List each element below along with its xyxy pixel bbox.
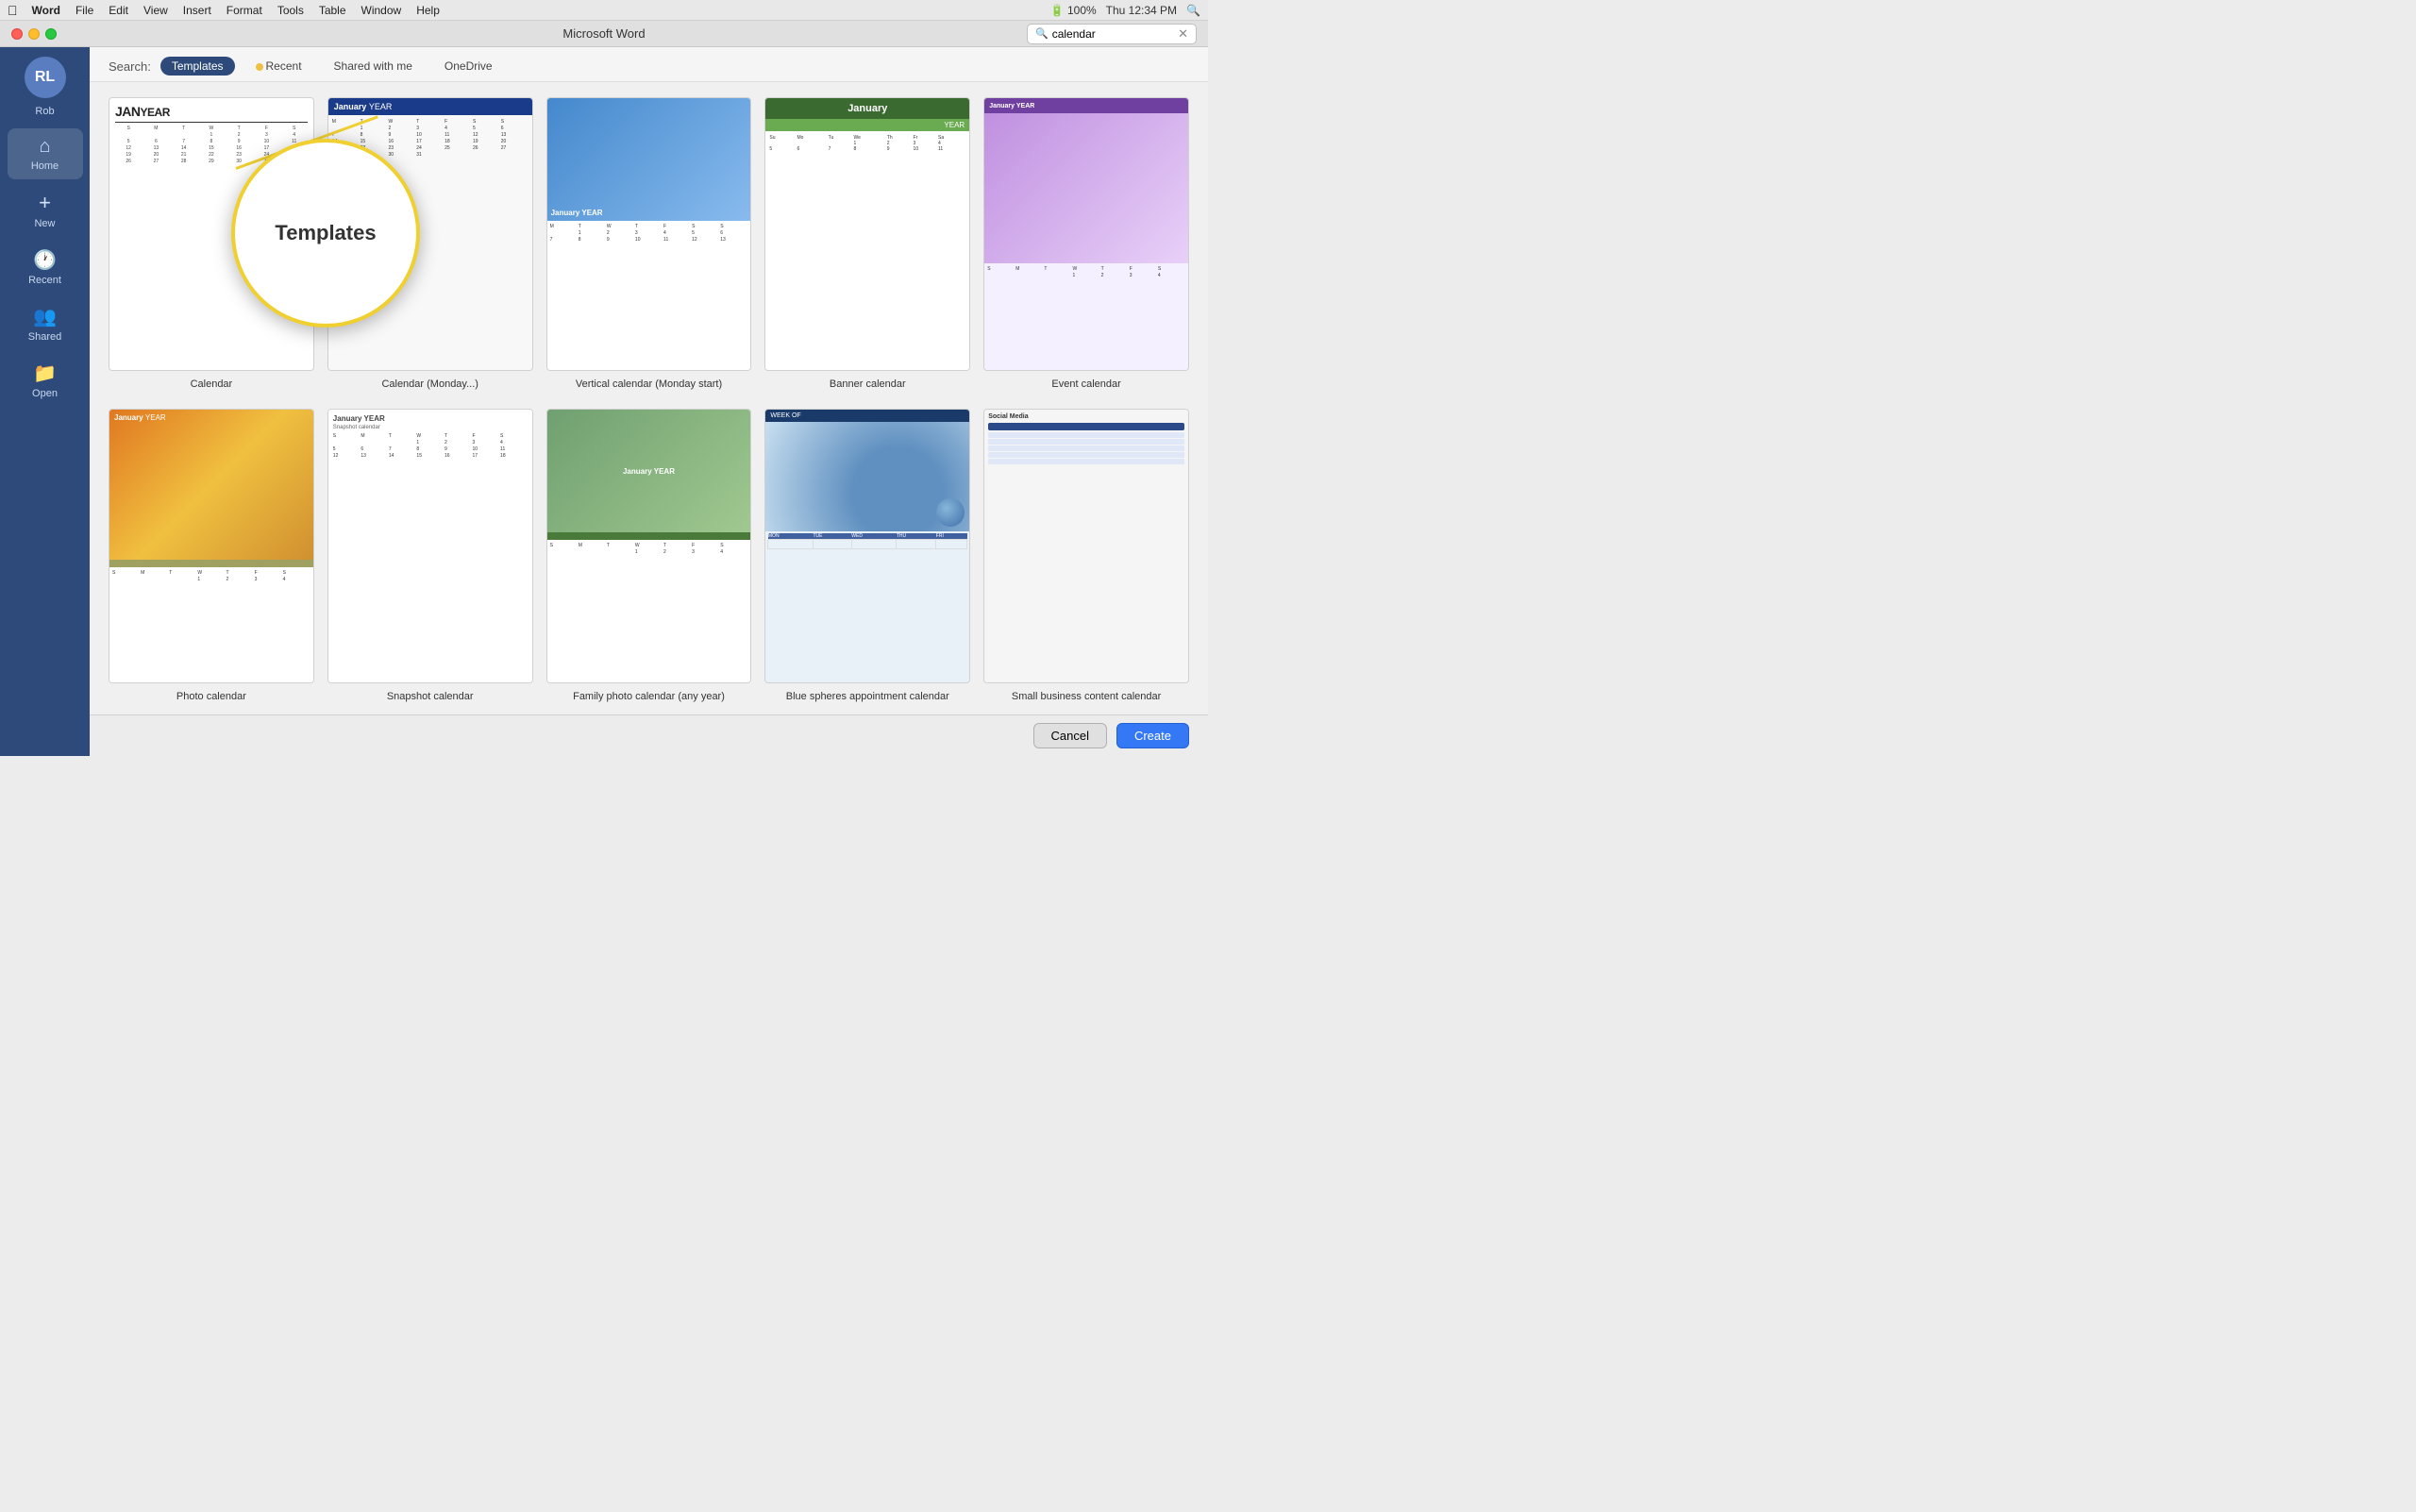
sidebar-label-open: Open	[32, 388, 58, 399]
sidebar-label-home: Home	[31, 160, 59, 172]
template-item-blue-spheres[interactable]: WEEK OF MONTUEWEDTHUFRI	[764, 409, 970, 701]
template-name-photo: Photo calendar	[176, 691, 246, 702]
template-item-family[interactable]: January YEAR SMTWTFS 1234 Family photo c…	[546, 409, 752, 701]
search-menubar-icon[interactable]: 🔍	[1186, 4, 1200, 17]
traffic-lights	[11, 28, 57, 40]
template-item-snapshot[interactable]: January YEAR Snapshot calendar SMTWTFS 1…	[327, 409, 533, 701]
main-container: RL Rob ⌂ Home + New 🕐 Recent 👥 Shared 📁 …	[0, 47, 1208, 756]
open-icon: 📁	[33, 361, 57, 385]
template-thumb-event: January YEAR SMTWTFS 1234	[983, 97, 1189, 371]
clock: Thu 12:34 PM	[1106, 4, 1177, 17]
titlebar: Microsoft Word 🔍 ✕	[0, 21, 1208, 47]
recent-dot	[256, 63, 263, 71]
template-thumb-photo: January YEAR SMTWTFS 1234	[109, 409, 314, 682]
menubar:  Word File Edit View Insert Format Tool…	[0, 0, 1208, 21]
menubar-word[interactable]: Word	[25, 3, 67, 18]
sidebar-item-home[interactable]: ⌂ Home	[8, 128, 83, 179]
sidebar-label-shared: Shared	[28, 331, 61, 343]
tooltip-circle: Templates	[231, 139, 420, 328]
sidebar-item-new[interactable]: + New	[8, 183, 83, 237]
sidebar: RL Rob ⌂ Home + New 🕐 Recent 👥 Shared 📁 …	[0, 47, 90, 756]
template-item-vertical[interactable]: January YEAR MTWTFSS 123456 78910111213	[546, 97, 752, 390]
filter-tab-onedrive[interactable]: OneDrive	[433, 57, 504, 76]
sidebar-item-open[interactable]: 📁 Open	[8, 354, 83, 407]
template-thumb-banner: January YEAR SuMoTuWeThFrSa 1234 5678910…	[764, 97, 970, 371]
template-name-monday: Calendar (Monday...)	[381, 378, 478, 390]
new-icon: +	[39, 191, 51, 215]
template-name-family: Family photo calendar (any year)	[573, 691, 725, 702]
filter-tab-recent[interactable]: Recent	[244, 57, 313, 76]
search-icon: 🔍	[1035, 27, 1049, 40]
template-item-event[interactable]: January YEAR SMTWTFS 1234 Event calendar	[983, 97, 1189, 390]
template-thumb-sm-biz: Social Media	[983, 409, 1189, 682]
maximize-button[interactable]	[45, 28, 57, 40]
sidebar-item-shared[interactable]: 👥 Shared	[8, 297, 83, 350]
template-name-blue-spheres: Blue spheres appointment calendar	[786, 691, 949, 702]
create-button[interactable]: Create	[1116, 723, 1189, 748]
menubar-help[interactable]: Help	[410, 3, 446, 18]
template-name-sm-biz: Small business content calendar	[1012, 691, 1161, 702]
template-thumb-vertical: January YEAR MTWTFSS 123456 78910111213	[546, 97, 752, 371]
menubar-insert[interactable]: Insert	[176, 3, 218, 18]
sidebar-label-new: New	[34, 218, 55, 229]
menubar-window[interactable]: Window	[355, 3, 409, 18]
template-item-banner[interactable]: January YEAR SuMoTuWeThFrSa 1234 5678910…	[764, 97, 970, 390]
template-name-event: Event calendar	[1051, 378, 1120, 390]
menubar-format[interactable]: Format	[220, 3, 269, 18]
cancel-button[interactable]: Cancel	[1033, 723, 1107, 748]
search-bar-area: Search: Templates Recent Shared with me …	[90, 47, 1208, 82]
template-thumb-snapshot: January YEAR Snapshot calendar SMTWTFS 1…	[327, 409, 533, 682]
sidebar-item-recent[interactable]: 🕐 Recent	[8, 241, 83, 294]
search-label: Search:	[109, 59, 151, 74]
user-avatar: RL	[25, 57, 66, 98]
template-item-photo[interactable]: January YEAR SMTWTFS 1234 Photo calendar	[109, 409, 314, 701]
apple-menu[interactable]: 	[8, 3, 18, 18]
titlebar-search-box[interactable]: 🔍 ✕	[1027, 24, 1197, 44]
system-icons: 🔋 100%	[1050, 4, 1097, 17]
shared-icon: 👥	[33, 305, 57, 328]
template-name-banner: Banner calendar	[830, 378, 906, 390]
menubar-file[interactable]: File	[69, 3, 100, 18]
recent-icon: 🕐	[33, 248, 57, 272]
template-name-vertical: Vertical calendar (Monday start)	[576, 378, 722, 390]
menubar-edit[interactable]: Edit	[102, 3, 135, 18]
template-name-calendar: Calendar	[191, 378, 233, 390]
filter-tab-shared[interactable]: Shared with me	[323, 57, 424, 76]
tooltip-label: Templates	[275, 221, 376, 245]
close-button[interactable]	[11, 28, 23, 40]
template-thumb-family: January YEAR SMTWTFS 1234	[546, 409, 752, 682]
bottom-bar: Cancel Create	[90, 714, 1208, 756]
minimize-button[interactable]	[28, 28, 40, 40]
filter-tab-templates[interactable]: Templates	[160, 57, 235, 76]
menubar-right: 🔋 100% Thu 12:34 PM 🔍	[1050, 4, 1200, 17]
content-area: Search: Templates Recent Shared with me …	[90, 47, 1208, 756]
clear-search-icon[interactable]: ✕	[1178, 26, 1188, 42]
menubar-view[interactable]: View	[137, 3, 175, 18]
template-name-snapshot: Snapshot calendar	[387, 691, 474, 702]
menubar-tools[interactable]: Tools	[271, 3, 310, 18]
template-item-sm-biz[interactable]: Social Media Small business content	[983, 409, 1189, 701]
sidebar-label-recent: Recent	[28, 275, 61, 286]
menubar-table[interactable]: Table	[312, 3, 353, 18]
window-title: Microsoft Word	[562, 26, 645, 41]
user-name: Rob	[35, 106, 54, 117]
search-input[interactable]	[1052, 27, 1174, 41]
home-icon: ⌂	[39, 136, 50, 158]
template-thumb-blue-spheres: WEEK OF MONTUEWEDTHUFRI	[764, 409, 970, 682]
